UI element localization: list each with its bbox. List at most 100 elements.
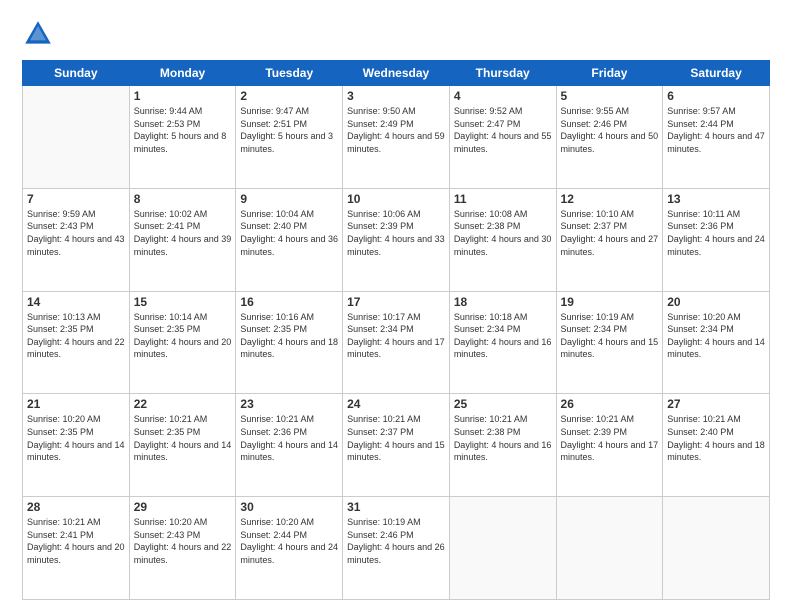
day-info: Sunrise: 9:57 AMSunset: 2:44 PMDaylight:… xyxy=(667,105,765,155)
day-number: 4 xyxy=(454,89,552,103)
weekday-header-row: SundayMondayTuesdayWednesdayThursdayFrid… xyxy=(23,61,770,86)
calendar-cell: 4Sunrise: 9:52 AMSunset: 2:47 PMDaylight… xyxy=(449,86,556,189)
day-info: Sunrise: 10:10 AMSunset: 2:37 PMDaylight… xyxy=(561,208,659,258)
day-number: 28 xyxy=(27,500,125,514)
calendar-cell: 13Sunrise: 10:11 AMSunset: 2:36 PMDaylig… xyxy=(663,188,770,291)
calendar-cell: 17Sunrise: 10:17 AMSunset: 2:34 PMDaylig… xyxy=(343,291,450,394)
calendar-cell: 20 Sunrise: 10:20 AMSunset: 2:34 PMDaylig… xyxy=(663,291,770,394)
calendar-cell: 26Sunrise: 10:21 AMSunset: 2:39 PMDaylig… xyxy=(556,394,663,497)
day-number: 1 xyxy=(134,89,232,103)
calendar-cell: 27Sunrise: 10:21 AMSunset: 2:40 PMDaylig… xyxy=(663,394,770,497)
day-info: Sunrise: 10:19 AMSunset: 2:34 PMDaylight… xyxy=(561,311,659,361)
calendar-cell xyxy=(449,497,556,600)
day-number: 18 xyxy=(454,295,552,309)
day-info: Sunrise: 10:14 AMSunset: 2:35 PMDaylight… xyxy=(134,311,232,361)
day-number: 16 xyxy=(240,295,338,309)
day-number: 6 xyxy=(667,89,765,103)
calendar-cell: 16 Sunrise: 10:16 AMSunset: 2:35 PMDaylig… xyxy=(236,291,343,394)
calendar-cell: 11 Sunrise: 10:08 AMSunset: 2:38 PMDaylig… xyxy=(449,188,556,291)
calendar-cell: 19 Sunrise: 10:19 AMSunset: 2:34 PMDaylig… xyxy=(556,291,663,394)
day-number: 14 xyxy=(27,295,125,309)
calendar-cell: 10Sunrise: 10:06 AMSunset: 2:39 PMDaylig… xyxy=(343,188,450,291)
day-info: Sunrise: 10:16 AMSunset: 2:35 PMDaylight… xyxy=(240,311,338,361)
calendar-cell xyxy=(23,86,130,189)
calendar-cell: 28 Sunrise: 10:21 AMSunset: 2:41 PMDaylig… xyxy=(23,497,130,600)
day-number: 31 xyxy=(347,500,445,514)
day-info: Sunrise: 10:02 AMSunset: 2:41 PMDaylight… xyxy=(134,208,232,258)
calendar-cell: 15 Sunrise: 10:14 AMSunset: 2:35 PMDaylig… xyxy=(129,291,236,394)
calendar-cell: 3 Sunrise: 9:50 AMSunset: 2:49 PMDaylight… xyxy=(343,86,450,189)
calendar-cell: 21 Sunrise: 10:20 AMSunset: 2:35 PMDaylig… xyxy=(23,394,130,497)
day-info: Sunrise: 10:20 AMSunset: 2:43 PMDaylight… xyxy=(134,516,232,566)
calendar-cell: 18 Sunrise: 10:18 AMSunset: 2:34 PMDaylig… xyxy=(449,291,556,394)
day-number: 19 xyxy=(561,295,659,309)
weekday-header-thursday: Thursday xyxy=(449,61,556,86)
day-number: 11 xyxy=(454,192,552,206)
day-info: Sunrise: 9:59 AMSunset: 2:43 PMDaylight:… xyxy=(27,208,125,258)
day-info: Sunrise: 9:50 AMSunset: 2:49 PMDaylight:… xyxy=(347,105,445,155)
calendar-cell: 2 Sunrise: 9:47 AMSunset: 2:51 PMDaylight… xyxy=(236,86,343,189)
day-number: 17 xyxy=(347,295,445,309)
calendar-cell: 14 Sunrise: 10:13 AMSunset: 2:35 PMDaylig… xyxy=(23,291,130,394)
day-info: Sunrise: 9:55 AMSunset: 2:46 PMDaylight:… xyxy=(561,105,659,155)
day-number: 15 xyxy=(134,295,232,309)
calendar-cell: 22 Sunrise: 10:21 AMSunset: 2:35 PMDaylig… xyxy=(129,394,236,497)
day-info: Sunrise: 10:20 AMSunset: 2:35 PMDaylight… xyxy=(27,413,125,463)
calendar-cell: 9Sunrise: 10:04 AMSunset: 2:40 PMDayligh… xyxy=(236,188,343,291)
calendar-week-row: 14 Sunrise: 10:13 AMSunset: 2:35 PMDaylig… xyxy=(23,291,770,394)
calendar-week-row: 1 Sunrise: 9:44 AMSunset: 2:53 PMDaylight… xyxy=(23,86,770,189)
day-number: 21 xyxy=(27,397,125,411)
day-info: Sunrise: 10:20 AMSunset: 2:44 PMDaylight… xyxy=(240,516,338,566)
day-info: Sunrise: 10:21 AMSunset: 2:35 PMDaylight… xyxy=(134,413,232,463)
page: SundayMondayTuesdayWednesdayThursdayFrid… xyxy=(0,0,792,612)
day-number: 7 xyxy=(27,192,125,206)
calendar-week-row: 28 Sunrise: 10:21 AMSunset: 2:41 PMDaylig… xyxy=(23,497,770,600)
calendar-cell: 23 Sunrise: 10:21 AMSunset: 2:36 PMDaylig… xyxy=(236,394,343,497)
weekday-header-wednesday: Wednesday xyxy=(343,61,450,86)
day-number: 12 xyxy=(561,192,659,206)
header xyxy=(22,18,770,50)
day-info: Sunrise: 10:21 AMSunset: 2:41 PMDaylight… xyxy=(27,516,125,566)
calendar-week-row: 21 Sunrise: 10:20 AMSunset: 2:35 PMDaylig… xyxy=(23,394,770,497)
day-number: 25 xyxy=(454,397,552,411)
day-number: 10 xyxy=(347,192,445,206)
calendar-cell: 29Sunrise: 10:20 AMSunset: 2:43 PMDaylig… xyxy=(129,497,236,600)
calendar-cell xyxy=(663,497,770,600)
day-number: 30 xyxy=(240,500,338,514)
day-info: Sunrise: 10:21 AMSunset: 2:39 PMDaylight… xyxy=(561,413,659,463)
day-info: Sunrise: 10:13 AMSunset: 2:35 PMDaylight… xyxy=(27,311,125,361)
day-info: Sunrise: 10:19 AMSunset: 2:46 PMDaylight… xyxy=(347,516,445,566)
day-number: 2 xyxy=(240,89,338,103)
day-number: 20 xyxy=(667,295,765,309)
day-info: Sunrise: 9:47 AMSunset: 2:51 PMDaylight:… xyxy=(240,105,338,155)
calendar-cell: 6 Sunrise: 9:57 AMSunset: 2:44 PMDaylight… xyxy=(663,86,770,189)
calendar-cell: 31 Sunrise: 10:19 AMSunset: 2:46 PMDaylig… xyxy=(343,497,450,600)
day-number: 23 xyxy=(240,397,338,411)
day-info: Sunrise: 10:11 AMSunset: 2:36 PMDaylight… xyxy=(667,208,765,258)
calendar-cell: 24 Sunrise: 10:21 AMSunset: 2:37 PMDaylig… xyxy=(343,394,450,497)
day-number: 22 xyxy=(134,397,232,411)
day-info: Sunrise: 10:18 AMSunset: 2:34 PMDaylight… xyxy=(454,311,552,361)
calendar-cell: 12 Sunrise: 10:10 AMSunset: 2:37 PMDaylig… xyxy=(556,188,663,291)
calendar-cell xyxy=(556,497,663,600)
day-info: Sunrise: 10:04 AMSunset: 2:40 PMDaylight… xyxy=(240,208,338,258)
weekday-header-monday: Monday xyxy=(129,61,236,86)
day-number: 5 xyxy=(561,89,659,103)
day-info: Sunrise: 10:08 AMSunset: 2:38 PMDaylight… xyxy=(454,208,552,258)
day-info: Sunrise: 10:21 AMSunset: 2:37 PMDaylight… xyxy=(347,413,445,463)
day-info: Sunrise: 10:20 AMSunset: 2:34 PMDaylight… xyxy=(667,311,765,361)
calendar-cell: 30 Sunrise: 10:20 AMSunset: 2:44 PMDaylig… xyxy=(236,497,343,600)
day-info: Sunrise: 10:21 AMSunset: 2:36 PMDaylight… xyxy=(240,413,338,463)
calendar-cell: 5 Sunrise: 9:55 AMSunset: 2:46 PMDaylight… xyxy=(556,86,663,189)
day-info: Sunrise: 9:44 AMSunset: 2:53 PMDaylight:… xyxy=(134,105,232,155)
day-number: 8 xyxy=(134,192,232,206)
logo-icon xyxy=(22,18,54,50)
calendar-cell: 8 Sunrise: 10:02 AMSunset: 2:41 PMDayligh… xyxy=(129,188,236,291)
day-number: 27 xyxy=(667,397,765,411)
logo xyxy=(22,18,58,50)
calendar-week-row: 7 Sunrise: 9:59 AMSunset: 2:43 PMDaylight… xyxy=(23,188,770,291)
day-info: Sunrise: 10:21 AMSunset: 2:38 PMDaylight… xyxy=(454,413,552,463)
day-number: 24 xyxy=(347,397,445,411)
weekday-header-friday: Friday xyxy=(556,61,663,86)
day-number: 3 xyxy=(347,89,445,103)
